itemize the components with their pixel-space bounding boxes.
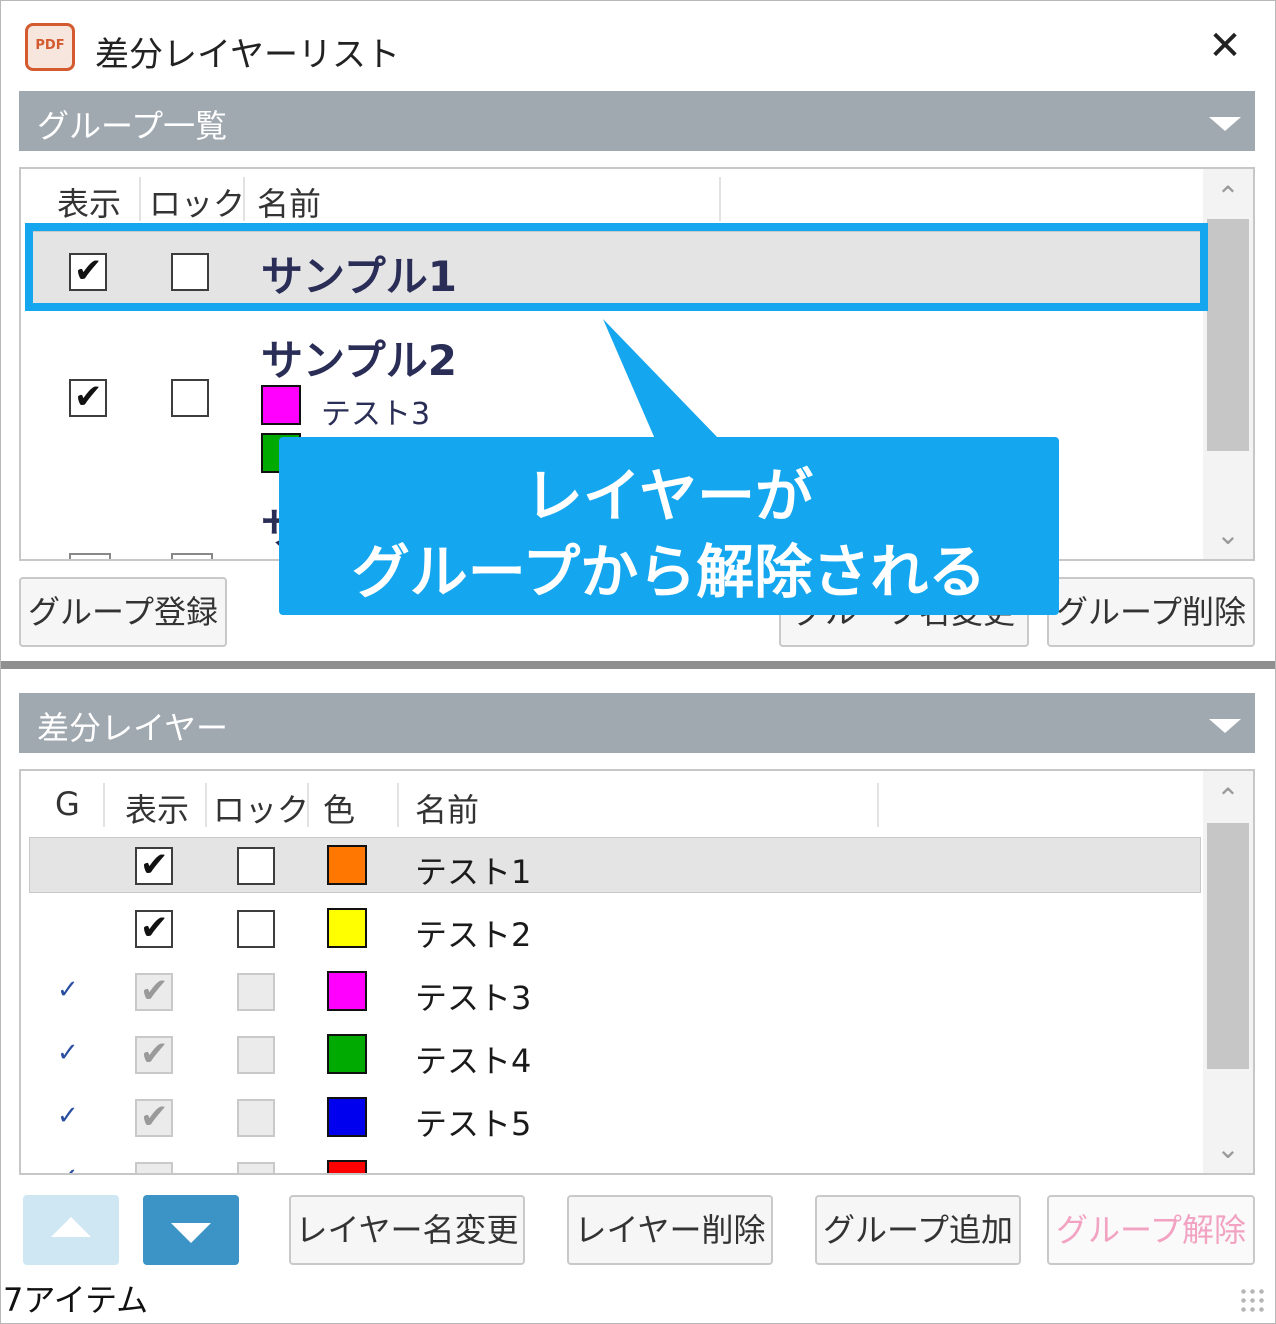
column-divider xyxy=(397,783,399,827)
highlight-box xyxy=(25,223,1208,311)
group-name: サンプル2 xyxy=(261,336,457,385)
resize-grip-icon[interactable] xyxy=(1239,1287,1267,1315)
layer-visible-checkbox[interactable]: ✔ xyxy=(135,971,173,1011)
remove-group-button[interactable]: グループ解除 xyxy=(1047,1195,1255,1265)
layer-lock-checkbox[interactable] xyxy=(237,973,275,1011)
check-icon: ✔ xyxy=(140,908,169,948)
title-bar: PDF 差分レイヤーリスト ✕ xyxy=(1,1,1275,89)
layer-color-swatch xyxy=(327,908,367,948)
layer-name: テスト4 xyxy=(415,1042,532,1080)
check-icon: ✔ xyxy=(140,845,169,885)
scroll-thumb[interactable] xyxy=(1207,219,1249,451)
layer-lock-checkbox[interactable] xyxy=(237,1036,275,1074)
group-layer-name: テスト3 xyxy=(321,397,431,432)
check-icon: ✔ xyxy=(140,1034,169,1074)
layer-color-swatch xyxy=(327,845,367,885)
layer-name: テスト1 xyxy=(415,853,532,891)
column-divider xyxy=(103,783,105,827)
layer-visible-checkbox[interactable]: ✔ xyxy=(135,908,173,948)
layer-name: テスト3 xyxy=(415,979,532,1017)
group-delete-button[interactable]: グループ削除 xyxy=(1047,577,1255,647)
layer-color-swatch xyxy=(327,1034,367,1074)
layer-list-window: PDF 差分レイヤーリスト ✕ グループ一覧 表示 ロック 名前 ✔ サンプル1… xyxy=(0,0,1276,1324)
item-count-status: 7アイテム xyxy=(3,1281,149,1319)
column-divider xyxy=(139,177,141,221)
panel-splitter[interactable] xyxy=(1,661,1275,669)
column-divider xyxy=(307,783,309,827)
move-down-button[interactable] xyxy=(143,1195,239,1265)
group-register-button[interactable]: グループ登録 xyxy=(19,577,227,647)
layer-visible-checkbox[interactable] xyxy=(135,1162,173,1173)
move-up-button[interactable] xyxy=(23,1195,119,1265)
pdf-icon: PDF xyxy=(25,23,75,71)
scroll-down-icon[interactable]: ⌄ xyxy=(1203,513,1253,557)
group-visible-checkbox[interactable]: ✔ xyxy=(69,377,107,417)
layer-list-scrollbar[interactable]: ⌃ ⌄ xyxy=(1203,771,1253,1173)
layer-row-selected-bg[interactable] xyxy=(29,837,1201,893)
layer-name: テスト5 xyxy=(415,1105,532,1143)
close-button[interactable]: ✕ xyxy=(1197,21,1253,71)
layer-color-swatch xyxy=(327,971,367,1011)
layer-delete-button[interactable]: レイヤー削除 xyxy=(567,1195,773,1265)
arrow-up-icon xyxy=(51,1217,91,1237)
scroll-up-icon[interactable]: ⌃ xyxy=(1203,175,1253,219)
callout-line-1: レイヤーが xyxy=(524,462,814,530)
arrow-down-icon xyxy=(171,1223,211,1243)
scroll-thumb[interactable] xyxy=(1207,823,1249,1069)
layer-name: テスト2 xyxy=(415,916,532,954)
group-member-check-icon: ✓ xyxy=(57,975,79,1005)
add-group-button[interactable]: グループ追加 xyxy=(815,1195,1021,1265)
group-list-scrollbar[interactable]: ⌃ ⌄ xyxy=(1203,169,1253,559)
group-member-check-icon: ✓ xyxy=(57,1038,79,1068)
layer-visible-checkbox[interactable]: ✔ xyxy=(135,845,173,885)
group-member-check-icon: ✓ xyxy=(57,1163,79,1173)
collapse-icon[interactable] xyxy=(1209,719,1241,733)
layer-col-group[interactable]: G xyxy=(55,785,80,839)
group-lock-checkbox[interactable] xyxy=(171,553,213,559)
group-section-header[interactable]: グループ一覧 xyxy=(19,91,1255,151)
layer-list[interactable]: G 表示 ロック 色 名前 ✔ テスト1 ✔ テスト2 ✓ ✔ テスト3 ✓ ✔… xyxy=(19,769,1255,1175)
column-divider xyxy=(719,177,721,221)
layer-name: テスト6 xyxy=(415,1162,531,1173)
layer-col-name[interactable]: 名前 xyxy=(415,785,479,839)
layer-lock-checkbox[interactable] xyxy=(237,847,275,885)
check-icon: ✔ xyxy=(74,377,103,417)
layer-color-swatch xyxy=(327,1097,367,1137)
group-member-check-icon: ✓ xyxy=(57,1101,79,1131)
layer-rename-button[interactable]: レイヤー名変更 xyxy=(289,1195,525,1265)
layer-color-swatch xyxy=(261,385,301,425)
group-visible-checkbox[interactable] xyxy=(69,553,111,559)
layer-col-lock[interactable]: ロック xyxy=(213,785,309,839)
layer-col-visible[interactable]: 表示 xyxy=(125,785,189,839)
layer-lock-checkbox[interactable] xyxy=(237,1099,275,1137)
layer-color-swatch xyxy=(327,1160,367,1173)
column-divider xyxy=(877,783,879,827)
layer-visible-checkbox[interactable]: ✔ xyxy=(135,1097,173,1137)
check-icon: ✔ xyxy=(140,1097,169,1137)
group-section-title: グループ一覧 xyxy=(37,107,228,145)
callout-tail xyxy=(603,319,719,439)
callout-line-2: グループから解除される xyxy=(351,538,987,606)
collapse-icon[interactable] xyxy=(1209,117,1241,131)
window-title: 差分レイヤーリスト xyxy=(95,35,400,75)
layer-section-header[interactable]: 差分レイヤー xyxy=(19,693,1255,753)
callout-annotation: レイヤーが グループから解除される xyxy=(279,437,1059,615)
column-divider xyxy=(243,177,245,221)
scroll-up-icon[interactable]: ⌃ xyxy=(1203,777,1253,821)
layer-lock-checkbox[interactable] xyxy=(237,1162,275,1173)
group-lock-checkbox[interactable] xyxy=(171,379,209,417)
column-divider xyxy=(205,783,207,827)
layer-section-title: 差分レイヤー xyxy=(37,709,229,747)
check-icon: ✔ xyxy=(140,971,169,1011)
scroll-down-icon[interactable]: ⌄ xyxy=(1203,1127,1253,1171)
layer-col-color[interactable]: 色 xyxy=(323,785,355,839)
layer-visible-checkbox[interactable]: ✔ xyxy=(135,1034,173,1074)
layer-lock-checkbox[interactable] xyxy=(237,910,275,948)
